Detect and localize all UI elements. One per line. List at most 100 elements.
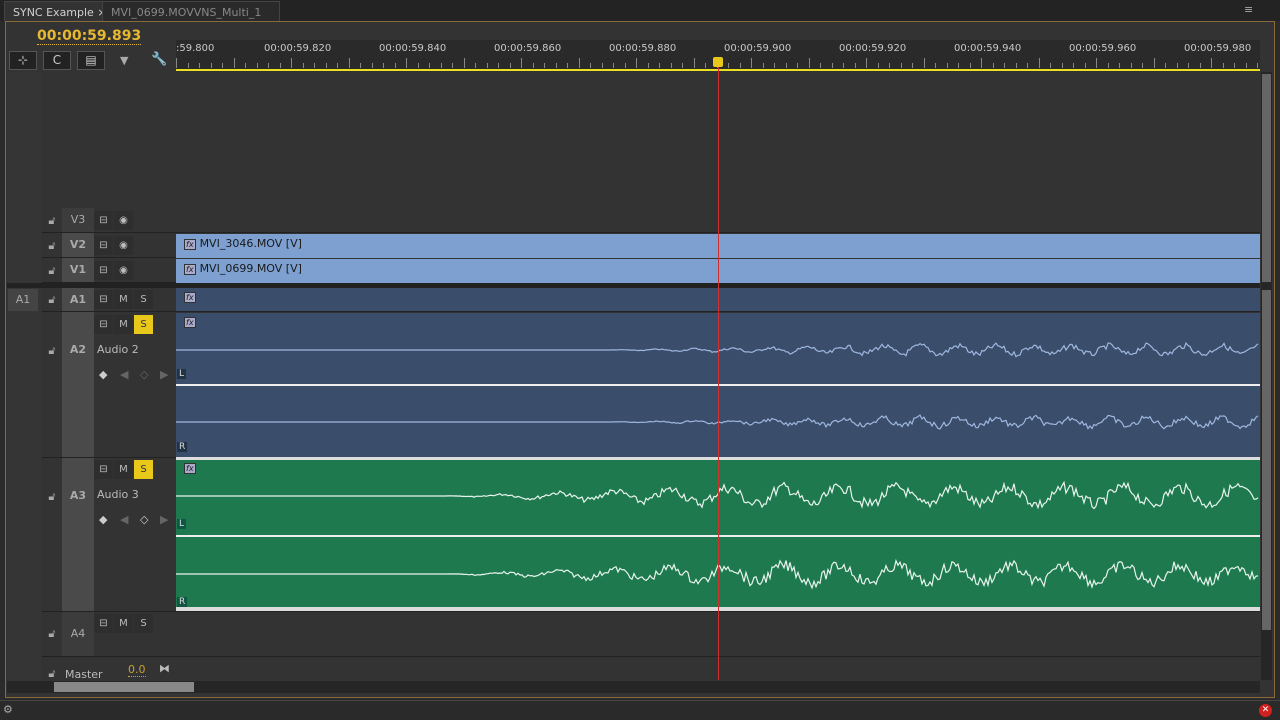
ruler-tick bbox=[383, 63, 384, 68]
ruler-tick bbox=[1165, 63, 1166, 68]
tab-sync-example[interactable]: SYNC Example × bbox=[4, 1, 116, 21]
track-name[interactable]: A3 bbox=[62, 458, 94, 611]
ruler-tick bbox=[831, 63, 833, 68]
scroll-thumb-audio[interactable] bbox=[1262, 290, 1271, 630]
solo-button[interactable]: S bbox=[134, 315, 153, 334]
lock-icon[interactable]: 🔓︎ bbox=[42, 627, 62, 641]
fx-badge: fx bbox=[184, 292, 196, 303]
lock-icon[interactable]: 🔓︎ bbox=[42, 293, 62, 307]
ruler-tick bbox=[544, 63, 545, 68]
ruler-tick bbox=[1050, 63, 1051, 68]
settings-icon[interactable]: ⚙ bbox=[3, 703, 13, 716]
vertical-scrollbar[interactable] bbox=[1261, 72, 1272, 680]
waveform-path bbox=[176, 341, 1259, 358]
ruler-tick bbox=[981, 58, 982, 68]
next-keyframe-icon[interactable]: ▶ bbox=[160, 513, 168, 526]
ruler-tick bbox=[371, 63, 373, 68]
source-patch-a1[interactable]: A1 bbox=[8, 289, 38, 311]
lock-icon[interactable]: 🔓︎ bbox=[42, 667, 62, 681]
track-label[interactable]: Audio 3 bbox=[97, 488, 139, 501]
ruler-tick bbox=[624, 63, 626, 68]
go-to-out-icon[interactable]: ⧓ bbox=[159, 662, 170, 675]
panel-menu-icon[interactable]: ≡ bbox=[1244, 3, 1253, 16]
sync-lock-icon[interactable]: ⊟ bbox=[94, 211, 113, 230]
video-header-empty bbox=[42, 72, 175, 208]
ruler-tick bbox=[486, 63, 488, 68]
ruler-tick bbox=[1004, 63, 1005, 68]
lock-icon[interactable]: 🔓︎ bbox=[42, 239, 62, 253]
track-name[interactable]: A1 bbox=[62, 288, 94, 311]
ruler-tick bbox=[992, 63, 994, 68]
add-keyframe-icon[interactable]: ◇ bbox=[140, 368, 148, 381]
playhead-timecode[interactable]: 00:00:59.893 bbox=[37, 28, 142, 45]
ruler-label: 00:00:59.980 bbox=[1184, 43, 1252, 54]
sync-lock-icon[interactable]: ⊟ bbox=[94, 460, 113, 479]
wrench-icon[interactable]: 🔧 bbox=[151, 52, 167, 67]
status-bar: ⚙ ✕ bbox=[0, 700, 1280, 720]
prev-keyframe-icon[interactable]: ◀ bbox=[120, 368, 128, 381]
track-name[interactable]: V2 bbox=[62, 233, 94, 257]
ruler-tick bbox=[797, 63, 798, 68]
marker-icon[interactable]: ▼ bbox=[120, 54, 128, 67]
add-marker-menu-icon[interactable]: ▤ bbox=[77, 51, 105, 70]
scroll-thumb[interactable] bbox=[54, 682, 194, 692]
sync-lock-icon[interactable]: ⊟ bbox=[94, 315, 113, 334]
mute-button[interactable]: M bbox=[114, 290, 133, 309]
ruler-tick bbox=[946, 63, 948, 68]
sync-lock-icon[interactable]: ⊟ bbox=[94, 261, 113, 280]
ruler-label: 00:00:59.960 bbox=[1069, 43, 1137, 54]
track-name[interactable]: A4 bbox=[62, 612, 94, 656]
eye-icon[interactable]: ◉ bbox=[114, 236, 133, 255]
keyframe-icon[interactable]: ◆ bbox=[99, 368, 107, 381]
master-volume[interactable]: 0.0 bbox=[128, 663, 146, 677]
horizontal-scrollbar[interactable] bbox=[7, 681, 1260, 693]
ruler-tick bbox=[291, 58, 292, 68]
track-a4: 🔓︎ A4 ⊟ M S bbox=[42, 612, 1260, 657]
mute-button[interactable]: M bbox=[114, 315, 133, 334]
track-name[interactable]: V3 bbox=[62, 208, 94, 232]
eye-icon[interactable]: ◉ bbox=[114, 261, 133, 280]
eye-icon[interactable]: ◉ bbox=[114, 211, 133, 230]
ruler-tick bbox=[452, 63, 453, 68]
ruler-tick bbox=[509, 63, 511, 68]
ruler-tick bbox=[325, 63, 327, 68]
lock-icon[interactable]: 🔓︎ bbox=[42, 214, 62, 228]
ruler-tick bbox=[751, 58, 752, 68]
ruler-tick bbox=[1027, 63, 1028, 68]
ruler-tick bbox=[923, 58, 925, 68]
error-icon[interactable]: ✕ bbox=[1259, 704, 1272, 717]
ruler-tick bbox=[647, 63, 649, 68]
prev-keyframe-icon[interactable]: ◀ bbox=[120, 513, 128, 526]
solo-button[interactable]: S bbox=[134, 614, 153, 633]
ruler-tick bbox=[417, 63, 419, 68]
keyframe-icon[interactable]: ◆ bbox=[99, 513, 107, 526]
scroll-thumb-video[interactable] bbox=[1262, 74, 1271, 282]
ruler-tick bbox=[187, 63, 189, 68]
snap-icon[interactable]: ⊹ bbox=[9, 51, 37, 70]
ruler-tick bbox=[912, 63, 913, 68]
next-keyframe-icon[interactable]: ▶ bbox=[160, 368, 168, 381]
sync-lock-icon[interactable]: ⊟ bbox=[94, 614, 113, 633]
add-keyframe-icon[interactable]: ◇ bbox=[140, 513, 148, 526]
track-name[interactable]: V1 bbox=[62, 258, 94, 282]
lock-icon[interactable]: 🔓︎ bbox=[42, 344, 62, 358]
playhead-line[interactable] bbox=[718, 58, 719, 680]
ruler-tick bbox=[302, 63, 304, 68]
linked-selection-icon[interactable]: C bbox=[43, 51, 71, 70]
lock-icon[interactable]: 🔓︎ bbox=[42, 490, 62, 504]
sync-lock-icon[interactable]: ⊟ bbox=[94, 236, 113, 255]
mute-button[interactable]: M bbox=[114, 614, 133, 633]
ruler-tick bbox=[590, 63, 591, 68]
clip-label: MVI_3046.MOV [V] bbox=[199, 237, 302, 250]
waveform-path bbox=[176, 414, 1259, 430]
tab-multicam[interactable]: MVI_0699.MOVVNS_Multi_1 bbox=[102, 1, 280, 21]
track-name[interactable]: A2 bbox=[62, 312, 94, 457]
playhead-handle[interactable] bbox=[713, 57, 723, 67]
solo-button[interactable]: S bbox=[134, 460, 153, 479]
ruler-tick bbox=[1199, 63, 1201, 68]
mute-button[interactable]: M bbox=[114, 460, 133, 479]
sync-lock-icon[interactable]: ⊟ bbox=[94, 290, 113, 309]
track-label[interactable]: Audio 2 bbox=[97, 343, 139, 356]
lock-icon[interactable]: 🔓︎ bbox=[42, 264, 62, 278]
solo-button[interactable]: S bbox=[134, 290, 153, 309]
